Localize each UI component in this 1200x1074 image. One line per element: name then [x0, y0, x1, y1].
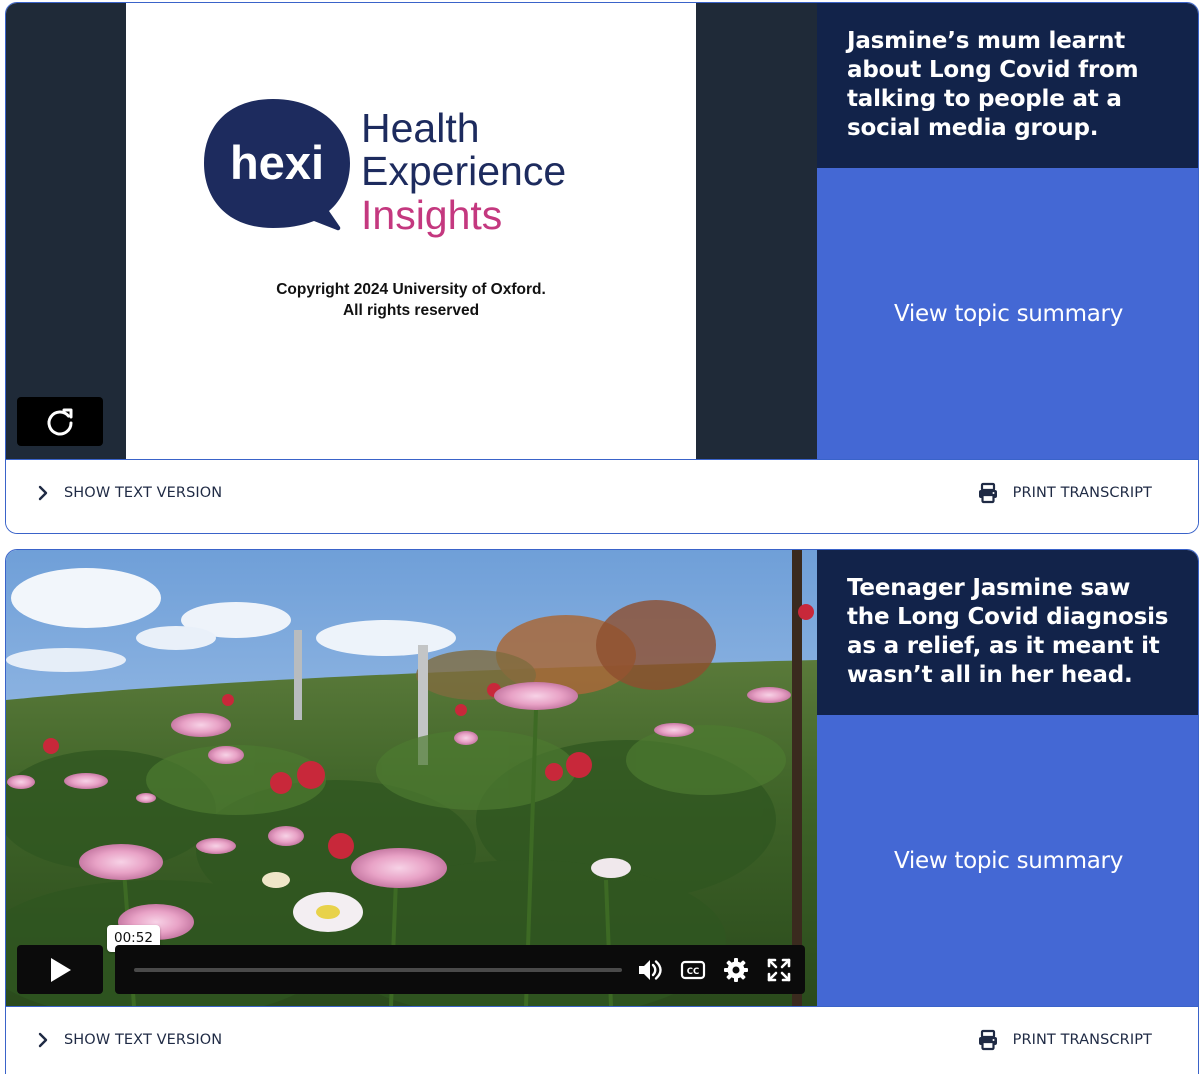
printer-icon — [978, 482, 997, 504]
copyright-notice: Copyright 2024 University of Oxford. All… — [126, 279, 696, 321]
copyright-line-1: Copyright 2024 University of Oxford. — [276, 281, 546, 298]
show-text-version-button[interactable]: SHOW TEXT VERSION — [34, 484, 222, 502]
play-icon — [51, 957, 71, 982]
view-topic-summary-link[interactable]: View topic summary — [894, 301, 1123, 327]
volume-icon[interactable] — [637, 957, 663, 983]
clip-headline: Teenager Jasmine saw the Long Covid diag… — [817, 550, 1198, 715]
printer-icon — [978, 1029, 997, 1051]
seek-bar[interactable] — [134, 968, 622, 972]
logo-word: hexi — [230, 136, 324, 189]
video-letterbox-left — [6, 3, 126, 459]
fullscreen-icon[interactable] — [766, 957, 792, 983]
hexi-logo: hexi Health Experience Insights — [204, 99, 566, 238]
logo-line-insights: Insights — [361, 192, 502, 238]
gear-icon[interactable] — [723, 957, 749, 983]
replay-icon — [47, 408, 73, 435]
print-transcript-button[interactable]: PRINT TRANSCRIPT — [977, 1029, 1152, 1051]
print-transcript-label: PRINT TRANSCRIPT — [1012, 485, 1152, 501]
summary-area: View topic summary — [817, 715, 1198, 1006]
logo-line-health: Health — [361, 105, 480, 151]
chevron-right-icon — [38, 1032, 48, 1048]
closed-captions-icon[interactable]: CC — [680, 957, 706, 983]
view-topic-summary-link[interactable]: View topic summary — [894, 848, 1123, 874]
video-card-1: hexi Health Experience Insights Copyrigh… — [5, 2, 1199, 534]
card-footer: SHOW TEXT VERSION PRINT TRANSCRIPT — [6, 1006, 1198, 1074]
end-slide: hexi Health Experience Insights Copyrigh… — [126, 3, 696, 459]
topic-panel-2: Teenager Jasmine saw the Long Covid diag… — [817, 550, 1198, 1006]
logo-line-experience: Experience — [361, 148, 566, 194]
print-transcript-label: PRINT TRANSCRIPT — [1012, 1032, 1152, 1048]
svg-text:CC: CC — [687, 967, 699, 977]
play-button[interactable] — [17, 945, 103, 994]
chevron-right-icon — [38, 485, 48, 501]
topic-panel-1: Jasmine’s mum learnt about Long Covid fr… — [817, 3, 1198, 459]
video-letterbox-right — [696, 3, 817, 459]
show-text-version-label: SHOW TEXT VERSION — [64, 485, 223, 501]
card-footer: SHOW TEXT VERSION PRINT TRANSCRIPT — [6, 459, 1198, 533]
player-control-bar: CC — [115, 945, 805, 994]
video-player-1[interactable]: hexi Health Experience Insights Copyrigh… — [6, 3, 817, 459]
replay-button[interactable] — [17, 397, 103, 446]
video-player-2[interactable]: 00:52 CC — [6, 550, 817, 1006]
copyright-line-2: All rights reserved — [342, 302, 480, 319]
show-text-version-button[interactable]: SHOW TEXT VERSION — [34, 1031, 222, 1049]
clip-headline: Jasmine’s mum learnt about Long Covid fr… — [817, 3, 1198, 168]
print-transcript-button[interactable]: PRINT TRANSCRIPT — [977, 482, 1152, 504]
video-card-2: 00:52 CC Teenager Jasmine saw the Long C… — [5, 549, 1199, 1074]
summary-area: View topic summary — [817, 168, 1198, 459]
show-text-version-label: SHOW TEXT VERSION — [64, 1032, 223, 1048]
